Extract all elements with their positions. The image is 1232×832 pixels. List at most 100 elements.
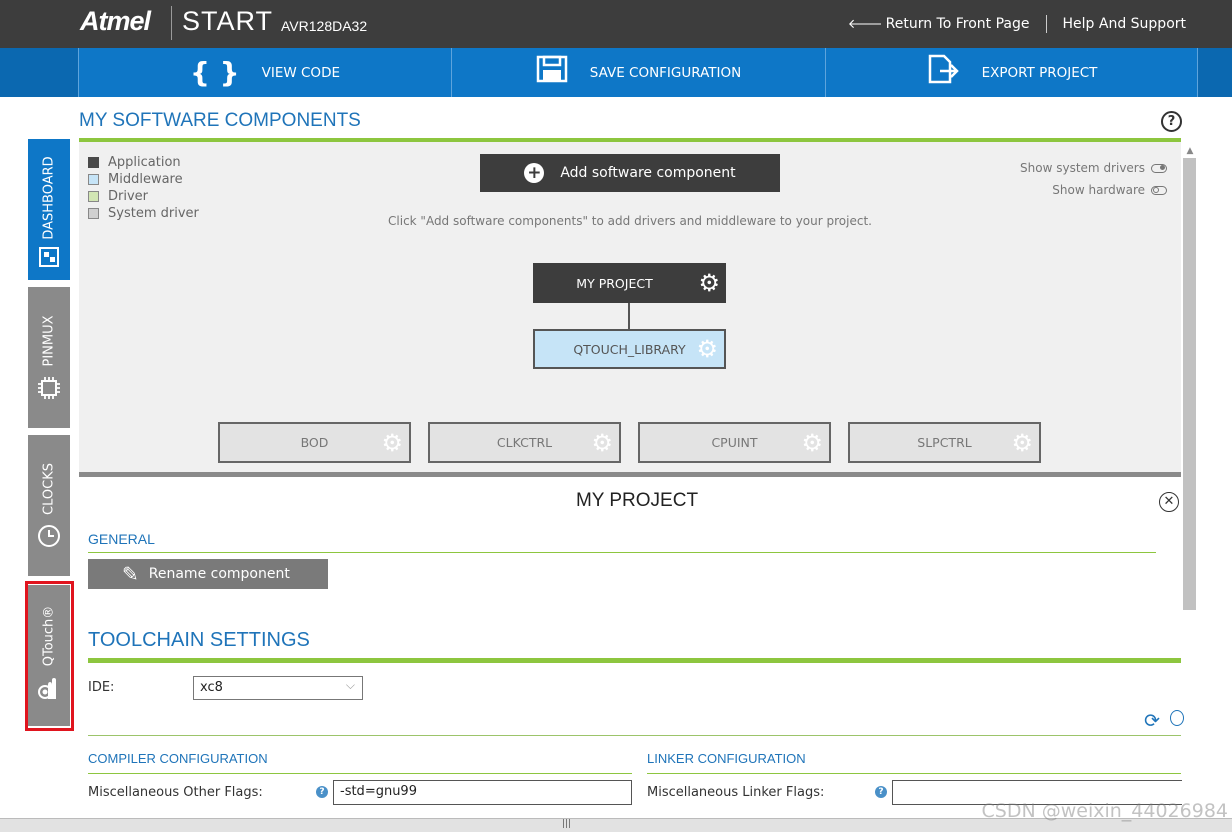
node-cpuint-label: CPUINT (711, 435, 758, 450)
refresh-icon[interactable]: ⟳ (1144, 710, 1160, 732)
resize-grip-icon[interactable]: ||| (562, 819, 571, 829)
compiler-underline (88, 773, 632, 774)
gear-icon[interactable]: ⚙ (696, 335, 718, 363)
show-system-drivers-toggle[interactable] (1151, 163, 1167, 173)
device-name: AVR128DA32 (281, 18, 368, 34)
start-logo: START (182, 6, 274, 36)
ide-label: IDE: (88, 680, 115, 695)
node-my-project[interactable]: MY PROJECT ⚙ (533, 263, 726, 303)
export-project-button[interactable]: EXPORT PROJECT (826, 48, 1198, 97)
gear-icon[interactable]: ⚙ (801, 429, 823, 457)
node-bod[interactable]: BOD ⚙ (218, 422, 411, 463)
logo-divider (171, 6, 172, 40)
legend-item-driver: Driver (88, 188, 199, 205)
legend-item-application: Application (88, 154, 199, 171)
add-component-hint: Click "Add software components" to add d… (388, 214, 872, 228)
node-cpuint[interactable]: CPUINT ⚙ (638, 422, 831, 463)
node-my-project-label: MY PROJECT (576, 275, 653, 291)
atmel-logo[interactable]: Atmel (80, 6, 151, 37)
legend-label: Middleware (108, 172, 183, 187)
braces-icon: { } (190, 56, 240, 89)
toolchain-underline (88, 658, 1181, 663)
main-toolbar: { } VIEW CODE SAVE CONFIGURATION EXPORT … (0, 48, 1232, 97)
node-qtouch-library[interactable]: QTOUCH_LIBRARY ⚙ (533, 329, 726, 369)
help-question-icon[interactable]: ? (316, 786, 328, 798)
node-connector (628, 303, 630, 329)
misc-linker-flags-label: Miscellaneous Linker Flags: (647, 785, 825, 800)
top-links: 🡐 Return To Front Page Help And Support (848, 15, 1186, 33)
arrow-left-icon: 🡐 (847, 17, 883, 32)
node-slpctrl-label: SLPCTRL (917, 435, 972, 450)
tab-clocks[interactable]: CLOCKS (28, 435, 70, 576)
top-header: Atmel START AVR128DA32 🡐 Return To Front… (0, 0, 1232, 48)
general-heading: GENERAL (88, 531, 155, 547)
tab-dashboard-label: DASHBOARD (41, 156, 57, 240)
qtouch-tab-highlight (25, 581, 74, 731)
chevron-down-icon: ⌵ (345, 678, 355, 692)
tab-pinmux[interactable]: PINMUX (28, 287, 70, 428)
tab-pinmux-label: PINMUX (41, 315, 57, 367)
tab-clocks-label: CLOCKS (41, 462, 57, 515)
legend-swatch (88, 174, 99, 185)
view-code-label: VIEW CODE (261, 64, 340, 81)
scroll-up-icon[interactable]: ▲ (1183, 146, 1197, 158)
general-underline (88, 552, 1156, 553)
plus-circle-icon: + (524, 163, 545, 183)
gear-icon[interactable]: ⚙ (381, 429, 403, 457)
compiler-configuration-heading: COMPILER CONFIGURATION (88, 751, 268, 766)
legend-label: Application (108, 155, 181, 170)
scrollbar-thumb[interactable] (1183, 158, 1196, 610)
pencil-icon: ✎ (122, 562, 139, 586)
legend: Application Middleware Driver System dri… (88, 154, 199, 222)
linker-configuration-heading: LINKER CONFIGURATION (647, 751, 806, 766)
help-icon[interactable]: ? (1161, 111, 1182, 132)
misc-other-flags-input[interactable]: -std=gnu99 (333, 780, 632, 805)
toolbar-edge-left (0, 48, 78, 97)
node-bod-label: BOD (300, 435, 329, 450)
ide-select[interactable]: xc8 ⌵ (193, 676, 363, 700)
toolchain-heading: TOOLCHAIN SETTINGS (88, 629, 310, 651)
floppy-disk-icon (536, 55, 568, 90)
return-front-page-link[interactable]: Return To Front Page (886, 16, 1030, 32)
show-hardware-toggle[interactable] (1151, 185, 1167, 195)
link-separator (1045, 15, 1047, 33)
tab-dashboard[interactable]: DASHBOARD (28, 139, 70, 280)
add-software-component-label: Add software component (560, 165, 736, 181)
linker-underline (647, 773, 1181, 774)
display-toggles: Show system drivers Show hardware (1020, 157, 1167, 201)
misc-other-flags-label: Miscellaneous Other Flags: (88, 785, 263, 800)
help-question-icon[interactable]: ? (875, 786, 887, 798)
export-project-label: EXPORT PROJECT (981, 64, 1098, 81)
node-clkctrl[interactable]: CLKCTRL ⚙ (428, 422, 621, 463)
chip-icon (37, 376, 61, 400)
node-slpctrl[interactable]: SLPCTRL ⚙ (848, 422, 1041, 463)
reset-icon[interactable] (1170, 710, 1184, 726)
watermark: CSDN @weixin_44026984 (981, 800, 1229, 822)
gear-icon[interactable]: ⚙ (591, 429, 613, 457)
properties-title: MY PROJECT (575, 490, 699, 511)
page-title: MY SOFTWARE COMPONENTS (79, 110, 361, 131)
add-software-component-button[interactable]: + Add software component (480, 154, 780, 192)
legend-item-middleware: Middleware (88, 171, 199, 188)
rename-component-label: Rename component (148, 566, 290, 582)
close-icon[interactable]: ✕ (1159, 492, 1179, 512)
panel-splitter[interactable] (79, 472, 1181, 477)
legend-swatch (88, 191, 99, 202)
legend-label: Driver (108, 189, 149, 204)
save-configuration-button[interactable]: SAVE CONFIGURATION (452, 48, 826, 97)
toolchain-divider (88, 735, 1181, 736)
node-clkctrl-label: CLKCTRL (496, 435, 553, 450)
show-hardware-label: Show hardware (1052, 183, 1145, 197)
component-diagram-panel: Application Middleware Driver System dri… (79, 142, 1181, 474)
view-code-button[interactable]: { } VIEW CODE (78, 48, 452, 97)
export-icon (926, 54, 960, 91)
rename-component-button[interactable]: ✎ Rename component (88, 559, 328, 589)
clock-icon (37, 524, 61, 548)
dashboard-icon (37, 245, 61, 269)
gear-icon[interactable]: ⚙ (698, 269, 720, 297)
ide-selected-value: xc8 (200, 680, 223, 695)
node-qtouch-library-label: QTOUCH_LIBRARY (573, 341, 686, 357)
help-support-link[interactable]: Help And Support (1063, 16, 1187, 32)
gear-icon[interactable]: ⚙ (1011, 429, 1033, 457)
toolbar-edge-right (1198, 48, 1232, 97)
